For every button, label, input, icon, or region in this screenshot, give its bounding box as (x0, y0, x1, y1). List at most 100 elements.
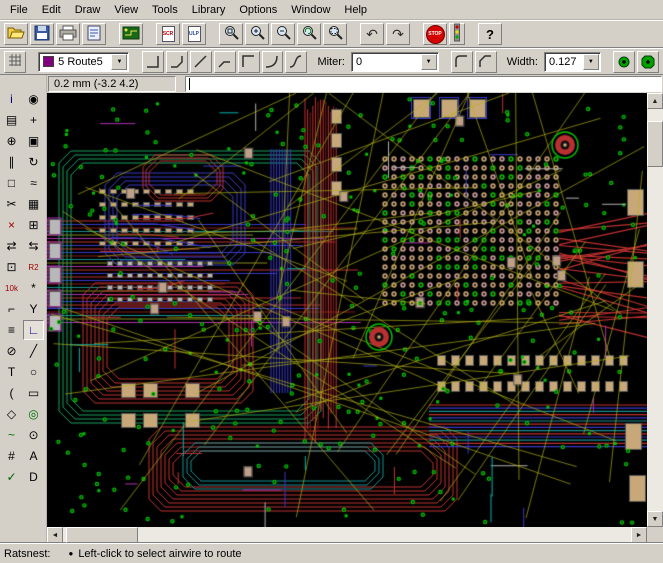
vertical-scrollbar[interactable]: ▲ ▼ (647, 93, 663, 527)
tool-move[interactable]: ⊕ (1, 131, 22, 151)
tool-name[interactable]: R2 (23, 257, 44, 277)
tool-smash[interactable]: * (23, 278, 44, 298)
tool-mirror[interactable]: ∥ (1, 152, 22, 172)
bend-style-5-button[interactable] (262, 51, 284, 73)
menu-file[interactable]: File (3, 1, 35, 19)
paste-icon: ▦ (28, 197, 39, 211)
zoom-redraw-button[interactable] (297, 23, 321, 45)
tool-route[interactable]: ∟ (23, 320, 44, 340)
board-canvas[interactable] (47, 93, 647, 527)
tool-optimize[interactable]: ≡ (1, 320, 22, 340)
menu-options[interactable]: Options (232, 1, 284, 19)
menu-edit[interactable]: Edit (35, 1, 68, 19)
horizontal-scrollbar[interactable]: ◄ ► (47, 527, 663, 543)
tool-replace[interactable]: ⇆ (23, 236, 44, 256)
bend-style-6-button[interactable] (285, 51, 307, 73)
tool-wire[interactable]: ╱ (23, 341, 44, 361)
tool-erc[interactable]: ✓ (1, 467, 22, 487)
cam-processor-button[interactable] (82, 23, 106, 45)
print-button[interactable] (56, 23, 80, 45)
horizontal-scroll-thumb[interactable] (66, 527, 138, 543)
command-input[interactable] (186, 77, 661, 91)
miter-round-button[interactable] (451, 51, 473, 73)
tool-pinswap[interactable]: ⇄ (1, 236, 22, 256)
optimize-icon: ≡ (8, 323, 15, 337)
script-button[interactable]: SCR (156, 23, 180, 45)
layer-select[interactable]: 5 Route5 ▼ (38, 52, 129, 72)
tool-drc[interactable]: D (23, 467, 44, 487)
layer-dropdown-arrow[interactable]: ▼ (111, 54, 127, 70)
save-button[interactable] (30, 23, 54, 45)
miter-chamfer-button[interactable] (475, 51, 497, 73)
miter-select[interactable]: 0 ▼ (351, 52, 439, 72)
menu-library[interactable]: Library (185, 1, 233, 19)
stop-button[interactable]: STOP (423, 23, 447, 45)
tool-cut[interactable]: ✂ (1, 194, 22, 214)
zoom-select-button[interactable] (323, 23, 347, 45)
tool-split[interactable]: Y (23, 299, 44, 319)
status-indicator-button[interactable] (449, 23, 465, 45)
menu-tools[interactable]: Tools (145, 1, 185, 19)
menu-help[interactable]: Help (337, 1, 374, 19)
tool-value[interactable]: 10k (1, 278, 22, 298)
arrow-up-icon: ▲ (652, 98, 659, 105)
tool-rect[interactable]: ▭ (23, 383, 44, 403)
vertical-scroll-track[interactable] (647, 109, 663, 511)
zoom-out-button[interactable] (271, 23, 295, 45)
menu-window[interactable]: Window (284, 1, 337, 19)
tool-info[interactable]: i (1, 89, 22, 109)
menu-draw[interactable]: Draw (68, 1, 108, 19)
tool-copy[interactable]: ▣ (23, 131, 44, 151)
tool-rotate[interactable]: ↻ (23, 152, 44, 172)
bend-style-4-button[interactable] (238, 51, 260, 73)
tool-change[interactable]: ≈ (23, 173, 44, 193)
bend-style-2-button[interactable] (190, 51, 212, 73)
via-round-button[interactable] (613, 51, 635, 73)
board-schematic-button[interactable] (119, 23, 143, 45)
tool-miter[interactable]: ⌐ (1, 299, 22, 319)
miter-dropdown-arrow[interactable]: ▼ (421, 54, 437, 70)
miter-select-value: 0 (356, 56, 417, 68)
zoom-in-button[interactable] (245, 23, 269, 45)
width-dropdown-arrow[interactable]: ▼ (583, 54, 599, 70)
tool-ratsnest[interactable]: # (1, 446, 22, 466)
traffic-light-icon (452, 23, 462, 45)
tool-group[interactable]: □ (1, 173, 22, 193)
scroll-up-button[interactable]: ▲ (647, 93, 663, 109)
tool-signal[interactable]: ~ (1, 425, 22, 445)
tool-text[interactable]: T (1, 362, 22, 382)
tool-circle[interactable]: ○ (23, 362, 44, 382)
zoom-fit-button[interactable] (219, 23, 243, 45)
tool-ripup[interactable]: ⊘ (1, 341, 22, 361)
scroll-left-button[interactable]: ◄ (47, 527, 63, 543)
tool-mark[interactable]: + (23, 110, 44, 130)
grid-settings-button[interactable] (4, 51, 26, 73)
bend-style-1-button[interactable] (166, 51, 188, 73)
tool-delete[interactable]: × (1, 215, 22, 235)
bend-4-icon (241, 54, 257, 70)
undo-button[interactable]: ↶ (360, 23, 384, 45)
open-button[interactable] (4, 23, 28, 45)
bend-style-3-button[interactable] (214, 51, 236, 73)
vertical-scroll-thumb[interactable] (647, 121, 663, 167)
tool-display[interactable]: ▤ (1, 110, 22, 130)
tool-polygon[interactable]: ◇ (1, 404, 22, 424)
tool-auto[interactable]: A (23, 446, 44, 466)
tool-add[interactable]: ⊞ (23, 215, 44, 235)
redo-button[interactable]: ↷ (386, 23, 410, 45)
scroll-down-button[interactable]: ▼ (647, 511, 663, 527)
tool-lock[interactable]: ⊡ (1, 257, 22, 277)
tool-hole[interactable]: ⊙ (23, 425, 44, 445)
scroll-right-button[interactable]: ► (631, 527, 647, 543)
help-button[interactable]: ? (478, 23, 502, 45)
width-select[interactable]: 0.127 ▼ (544, 52, 601, 72)
via-octagon-button[interactable] (637, 51, 659, 73)
tool-via[interactable]: ◎ (23, 404, 44, 424)
tool-arc[interactable]: ( (1, 383, 22, 403)
bend-style-0-button[interactable] (142, 51, 164, 73)
tool-show[interactable]: ◉ (23, 89, 44, 109)
horizontal-scroll-track[interactable] (63, 527, 631, 543)
run-ulp-button[interactable]: ULP (182, 23, 206, 45)
menu-view[interactable]: View (107, 1, 145, 19)
tool-paste[interactable]: ▦ (23, 194, 44, 214)
